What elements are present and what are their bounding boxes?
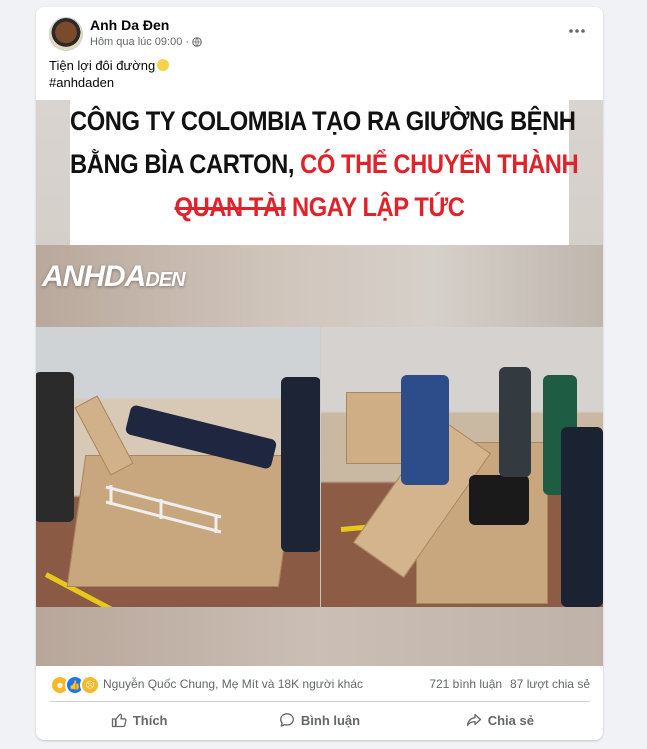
- post-actions: Thích Bình luận Chia sẻ: [49, 705, 590, 735]
- more-options-button[interactable]: [565, 21, 589, 41]
- globe-icon: [192, 37, 202, 47]
- post-card: Anh Da Đen Hôm qua lúc 09:00 · Tiện lợi …: [36, 7, 603, 740]
- post-image[interactable]: CÔNG TY COLOMBIA TẠO RA GIƯỜNG BỆNH BẰNG…: [36, 100, 603, 666]
- thumbs-up-icon: [111, 713, 127, 728]
- post-stats: ☻ 👍 ☹ Nguyễn Quốc Chung, Mẹ Mít và 18K n…: [36, 667, 603, 697]
- post-meta: Hôm qua lúc 09:00 ·: [90, 36, 202, 48]
- comment-button[interactable]: Bình luận: [229, 705, 409, 735]
- reactors-summary[interactable]: Nguyễn Quốc Chung, Mẹ Mít và 18K người k…: [103, 677, 363, 691]
- reaction-icons[interactable]: ☻ 👍 ☹: [50, 675, 100, 695]
- headline-line-3: QUAN TÀI NGAY LẬP TỨC: [174, 192, 465, 222]
- share-count[interactable]: 87 lượt chia sẻ: [510, 677, 590, 691]
- hashtag-link[interactable]: #anhdaden: [49, 74, 169, 91]
- comment-bubble-icon: [279, 713, 294, 727]
- watermark-logo: ANHDADEN: [42, 260, 186, 293]
- comment-label: Bình luận: [300, 712, 361, 728]
- share-arrow-icon: [466, 713, 481, 727]
- post-caption: Tiện lợi đôi đường #anhdaden: [49, 57, 170, 91]
- photo-cardboard-coffin: [321, 327, 603, 607]
- author-name[interactable]: Anh Da Đen: [90, 17, 169, 33]
- photo-cardboard-bed: [36, 327, 320, 607]
- caption-text: Tiện lợi đôi đường: [49, 58, 156, 73]
- pacman-emoji-icon: [157, 59, 170, 71]
- share-label: Chia sẻ: [487, 712, 534, 728]
- more-icon: [569, 29, 585, 33]
- author-avatar[interactable]: [49, 17, 83, 51]
- like-button[interactable]: Thích: [49, 705, 229, 735]
- engagement-counts: 721 bình luận 87 lượt chia sẻ: [429, 677, 590, 691]
- headline-line-2: BẰNG BÌA CARTON, CÓ THỂ CHUYỂN THÀNH: [70, 149, 579, 179]
- like-label: Thích: [132, 712, 168, 728]
- sad-reaction-icon: ☹: [80, 675, 100, 695]
- post-header: Anh Da Đen Hôm qua lúc 09:00 ·: [36, 7, 603, 55]
- image-blur-bottom: [36, 607, 603, 666]
- comment-count[interactable]: 721 bình luận: [429, 677, 502, 691]
- headline-line-1: CÔNG TY COLOMBIA TẠO RA GIƯỜNG BỆNH: [70, 106, 576, 136]
- action-divider: [49, 701, 590, 702]
- post-timestamp[interactable]: Hôm qua lúc 09:00: [90, 36, 182, 48]
- share-button[interactable]: Chia sẻ: [410, 705, 590, 735]
- image-headline: CÔNG TY COLOMBIA TẠO RA GIƯỜNG BỆNH BẰNG…: [70, 100, 579, 245]
